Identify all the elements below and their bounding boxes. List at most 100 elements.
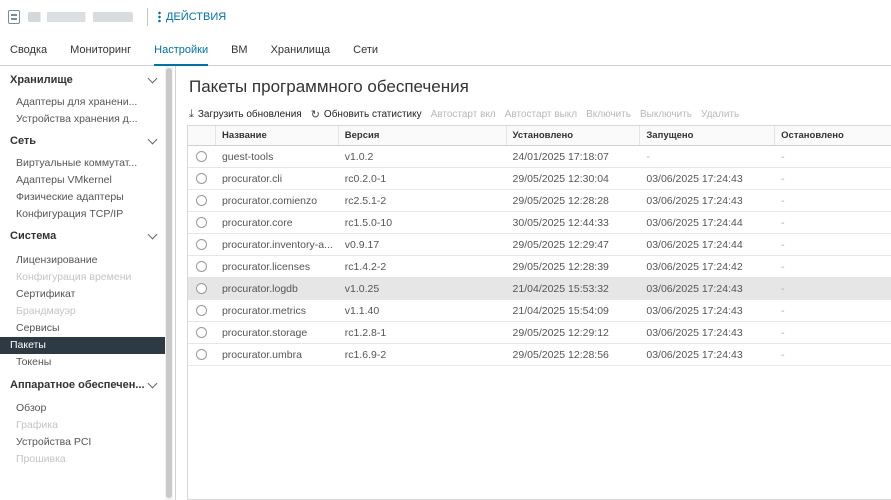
package-name: guest-tools [221, 150, 274, 163]
row-radio-button[interactable] [196, 349, 208, 360]
package-stopped: - [781, 194, 785, 207]
column-header-name[interactable]: Название [216, 126, 339, 145]
refresh-stats-button[interactable]: ↻ Обновить статистику [311, 108, 422, 121]
sidebar-scrollbar[interactable] [165, 66, 173, 500]
row-radio-button[interactable] [196, 305, 208, 316]
package-installed: 29/05/2025 12:30:04 [512, 172, 609, 185]
sidebar-item-physical-adapters[interactable]: Физические адаптеры [0, 189, 165, 206]
package-started: 03/06/2025 17:24:42 [646, 260, 743, 273]
table-row[interactable]: procurator.core rc1.5.0-10 30/05/2025 12… [188, 212, 891, 234]
column-header-installed[interactable]: Установлено [507, 126, 641, 145]
tab-networks[interactable]: Сети [353, 40, 378, 66]
sidebar-item-storage-devices[interactable]: Устройства хранения д... [0, 111, 165, 128]
row-radio-button[interactable] [196, 283, 208, 294]
package-stopped: - [781, 238, 785, 251]
divider [147, 8, 148, 26]
package-installed: 21/04/2025 15:53:32 [512, 282, 609, 295]
table-header: Название Версия Установлено Запущено Ост… [188, 126, 891, 146]
row-radio-button[interactable] [196, 327, 208, 338]
tab-storage[interactable]: Хранилища [271, 40, 331, 66]
package-started: 03/06/2025 17:24:43 [646, 282, 743, 295]
chevron-down-icon [147, 73, 158, 83]
tab-bar: Сводка Мониторинг Настройки ВМ Хранилища… [0, 40, 891, 66]
column-header-version[interactable]: Версия [339, 126, 507, 145]
autostart-on-button[interactable]: Автостарт вкл [431, 109, 496, 120]
sidebar-item-pci-devices[interactable]: Устройства PCI [0, 434, 165, 451]
refresh-stats-label: Обновить статистику [323, 109, 422, 120]
column-header-stopped[interactable]: Остановлено [775, 126, 891, 145]
actions-label: ДЕЙСТВИЯ [166, 11, 227, 23]
sidebar-item-licensing[interactable]: Лицензирование [0, 252, 165, 269]
actions-menu-button[interactable]: ДЕЙСТВИЯ [158, 11, 226, 23]
row-radio-button[interactable] [196, 151, 208, 162]
tab-settings[interactable]: Настройки [154, 40, 209, 66]
enable-button[interactable]: Включить [586, 109, 631, 120]
package-stopped: - [781, 304, 785, 317]
main-content: Пакеты программного обеспечения ⤓ Загруз… [177, 66, 891, 500]
scrollbar-thumb[interactable] [166, 68, 172, 498]
row-radio-button[interactable] [196, 195, 208, 206]
tab-monitoring[interactable]: Мониторинг [70, 40, 131, 66]
package-started: - [646, 150, 650, 163]
sidebar-section-system[interactable]: Система [0, 226, 165, 246]
section-title: Аппаратное обеспечен... [10, 379, 145, 391]
column-header-started[interactable]: Запущено [640, 126, 776, 145]
tab-vms[interactable]: ВМ [231, 40, 248, 66]
package-installed: 29/05/2025 12:29:47 [512, 238, 609, 251]
package-stopped: - [781, 172, 785, 185]
table-row[interactable]: guest-tools v1.0.2 24/01/2025 17:18:07 -… [188, 146, 891, 168]
delete-button[interactable]: Удалить [701, 109, 739, 120]
row-radio-button[interactable] [196, 173, 208, 184]
chevron-down-icon [147, 378, 158, 388]
sidebar-item-time-config: Конфигурация времени [16, 271, 132, 283]
select-column-header [188, 126, 216, 145]
row-radio-button[interactable] [196, 217, 208, 228]
package-installed: 29/05/2025 12:28:39 [512, 260, 609, 273]
sidebar-item-packages[interactable]: Пакеты [0, 337, 165, 354]
package-installed: 24/01/2025 17:18:07 [512, 150, 609, 163]
package-version: rc1.6.9-2 [344, 348, 387, 361]
sidebar-section-storage[interactable]: Хранилище [0, 70, 165, 90]
package-name: procurator.licenses [221, 260, 311, 273]
page-title: Пакеты программного обеспечения [189, 77, 469, 96]
package-started: 03/06/2025 17:24:44 [646, 216, 743, 229]
package-version: v1.0.25 [344, 282, 380, 295]
package-started: 03/06/2025 17:24:44 [646, 238, 743, 251]
row-radio-button[interactable] [196, 261, 208, 272]
disable-button[interactable]: Выключить [640, 109, 692, 120]
tab-summary[interactable]: Сводка [10, 40, 47, 66]
sidebar-item-services[interactable]: Сервисы [0, 320, 165, 337]
sidebar-item-firewall: Брандмауэр [16, 305, 76, 317]
table-row-hovered[interactable]: procurator.logdb v1.0.25 21/04/2025 15:5… [188, 278, 891, 300]
sidebar-item-vmkernel-adapters[interactable]: Адаптеры VMkernel [0, 172, 165, 189]
package-name: procurator.core [221, 216, 293, 229]
table-row[interactable]: procurator.storage rc1.2.8-1 29/05/2025 … [188, 322, 891, 344]
table-row[interactable]: procurator.comienzo rc2.5.1-2 29/05/2025… [188, 190, 891, 212]
upload-updates-button[interactable]: ⤓ Загрузить обновления [189, 108, 302, 121]
sidebar-item-tcpip-config[interactable]: Конфигурация TCP/IP [0, 206, 165, 223]
package-version: rc1.5.0-10 [344, 216, 393, 229]
package-version: rc1.2.8-1 [344, 326, 387, 339]
sidebar-section-network[interactable]: Сеть [0, 131, 165, 151]
table-row[interactable]: procurator.licenses rc1.4.2-2 29/05/2025… [188, 256, 891, 278]
table-row[interactable]: procurator.umbra rc1.6.9-2 29/05/2025 12… [188, 344, 891, 366]
upload-updates-label: Загрузить обновления [197, 109, 302, 120]
sidebar-item-overview[interactable]: Обзор [0, 400, 165, 417]
autostart-off-button[interactable]: Автостарт выкл [505, 109, 577, 120]
vertical-dots-icon [158, 11, 161, 23]
row-radio-button[interactable] [196, 239, 208, 250]
table-row[interactable]: procurator.cli rc0.2.0-1 29/05/2025 12:3… [188, 168, 891, 190]
table-row[interactable]: procurator.inventory-a... v0.9.17 29/05/… [188, 234, 891, 256]
sidebar-section-hardware[interactable]: Аппаратное обеспечен... [0, 375, 165, 395]
sidebar-item-storage-adapters[interactable]: Адаптеры для хранени... [0, 94, 165, 111]
package-name: procurator.metrics [221, 304, 306, 317]
sidebar-item-virtual-switches[interactable]: Виртуальные коммутат... [0, 155, 165, 172]
package-version: v0.9.17 [344, 238, 380, 251]
section-title: Система [10, 230, 57, 242]
sidebar-item-certificate[interactable]: Сертификат [0, 286, 165, 303]
refresh-icon: ↻ [310, 109, 320, 121]
sidebar-item-tokens[interactable]: Токены [0, 354, 165, 371]
table-row[interactable]: procurator.metrics v1.1.40 21/04/2025 15… [188, 300, 891, 322]
section-title: Хранилище [10, 74, 73, 86]
section-title: Сеть [10, 135, 37, 147]
